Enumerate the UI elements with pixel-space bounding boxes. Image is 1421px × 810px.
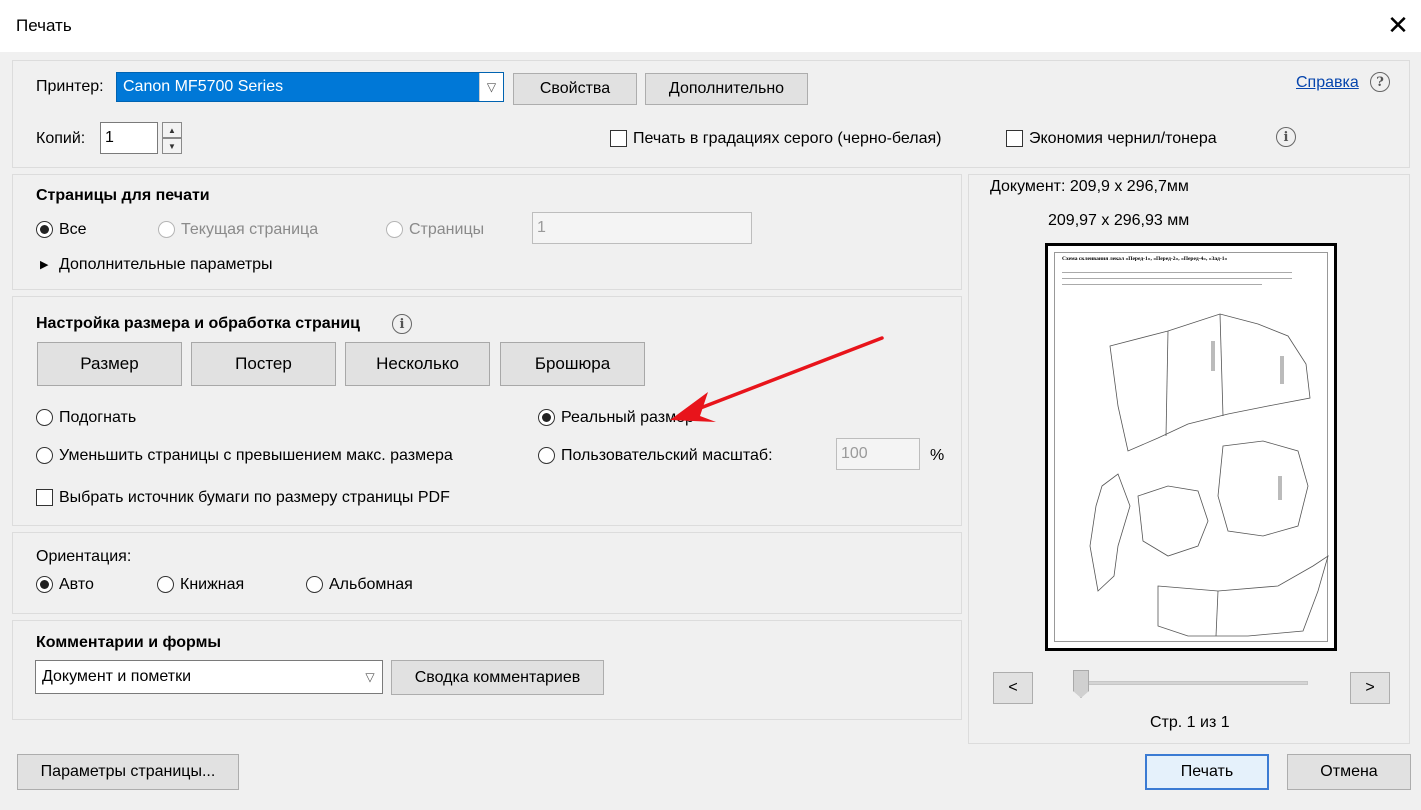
size-button[interactable]: Размер: [37, 342, 182, 386]
sizing-info-icon[interactable]: i: [392, 314, 412, 334]
shrink-radio[interactable]: [36, 447, 53, 464]
pages-range-radio[interactable]: [386, 221, 403, 238]
save-ink-label: Экономия чернил/тонера: [1029, 130, 1217, 147]
print-button[interactable]: Печать: [1145, 754, 1269, 790]
printer-select[interactable]: Canon MF5700 Series ▽: [116, 72, 504, 102]
comments-summary-button[interactable]: Сводка комментариев: [391, 660, 604, 695]
preview-page: Схема склеивания лекал «Перед-1», «Перед…: [1045, 243, 1337, 651]
copies-input[interactable]: 1: [100, 122, 158, 154]
booklet-button[interactable]: Брошюра: [500, 342, 645, 386]
comments-select-value: Документ и пометки: [42, 668, 191, 685]
page-setup-button[interactable]: Параметры страницы...: [17, 754, 239, 790]
pages-range-label: Страницы: [409, 221, 485, 238]
actual-size-radio[interactable]: [538, 409, 555, 426]
paper-size-label: 209,97 x 296,93 мм: [1048, 212, 1190, 229]
custom-scale-radio[interactable]: [538, 447, 555, 464]
copies-label: Копий:: [36, 130, 86, 147]
pages-all-label: Все: [59, 221, 87, 238]
info-icon[interactable]: i: [1276, 127, 1296, 147]
orientation-auto-radio[interactable]: [36, 576, 53, 593]
prev-page-button[interactable]: <: [993, 672, 1033, 704]
red-arrow-annotation: [670, 336, 884, 422]
pages-heading: Страницы для печати: [36, 187, 210, 204]
page-info: Стр. 1 из 1: [1150, 714, 1230, 731]
orientation-portrait-radio[interactable]: [157, 576, 174, 593]
cancel-button[interactable]: Отмена: [1287, 754, 1411, 790]
copies-down-arrow-icon[interactable]: ▼: [162, 138, 182, 154]
orientation-heading: Ориентация:: [36, 548, 132, 565]
comments-heading: Комментарии и формы: [36, 634, 222, 651]
pattern-drawing: [1089, 313, 1329, 637]
chevron-down-icon[interactable]: ▽: [479, 73, 503, 101]
pages-current-radio[interactable]: [158, 221, 175, 238]
title-bar: [0, 0, 1421, 52]
custom-scale-input[interactable]: 100: [836, 438, 920, 470]
help-link[interactable]: Справка: [1296, 74, 1359, 92]
poster-button[interactable]: Постер: [191, 342, 336, 386]
document-size-label: Документ: 209,9 x 296,7мм: [990, 178, 1189, 195]
page-slider-track[interactable]: [1073, 681, 1308, 685]
comments-select[interactable]: Документ и пометки ▽: [35, 660, 383, 694]
window-title: Печать: [16, 16, 72, 35]
orientation-panel: [12, 532, 962, 614]
chevron-down-icon[interactable]: ▽: [358, 661, 382, 693]
close-icon[interactable]: ✕: [1383, 10, 1413, 40]
orientation-landscape-radio[interactable]: [306, 576, 323, 593]
orientation-portrait-label: Книжная: [180, 576, 245, 593]
printer-select-value: Canon MF5700 Series: [123, 78, 284, 95]
shrink-label: Уменьшить страницы с превышением макс. р…: [59, 447, 453, 464]
orientation-landscape-label: Альбомная: [329, 576, 413, 593]
pages-range-input[interactable]: 1: [532, 212, 752, 244]
expand-triangle-icon[interactable]: ▶: [40, 258, 48, 271]
grayscale-label: Печать в градациях серого (черно-белая): [633, 130, 942, 147]
custom-scale-label: Пользовательский масштаб:: [561, 447, 773, 464]
copies-up-arrow-icon[interactable]: ▲: [162, 122, 182, 138]
sizing-heading: Настройка размера и обработка страниц: [36, 315, 360, 332]
fit-label: Подогнать: [59, 409, 137, 426]
fit-radio[interactable]: [36, 409, 53, 426]
multiple-button[interactable]: Несколько: [345, 342, 490, 386]
properties-button[interactable]: Свойства: [513, 73, 637, 105]
pages-all-radio[interactable]: [36, 221, 53, 238]
paper-source-checkbox[interactable]: [36, 489, 53, 506]
pages-current-label: Текущая страница: [181, 221, 319, 238]
help-question-icon[interactable]: ?: [1370, 72, 1390, 92]
orientation-auto-label: Авто: [59, 576, 94, 593]
advanced-button[interactable]: Дополнительно: [645, 73, 808, 105]
printer-label: Принтер:: [36, 78, 104, 95]
more-options-toggle[interactable]: Дополнительные параметры: [59, 256, 273, 274]
grayscale-checkbox[interactable]: [610, 130, 627, 147]
paper-source-label: Выбрать источник бумаги по размеру стран…: [59, 489, 450, 506]
percent-label: %: [930, 447, 945, 464]
save-ink-checkbox[interactable]: [1006, 130, 1023, 147]
next-page-button[interactable]: >: [1350, 672, 1390, 704]
